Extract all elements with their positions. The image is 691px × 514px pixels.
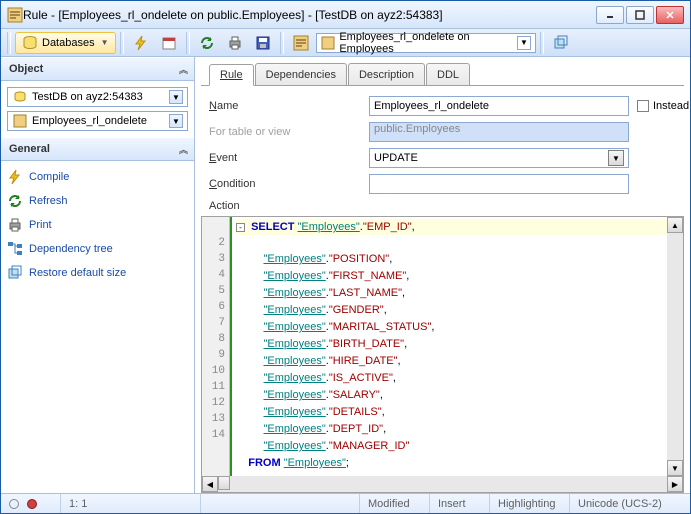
collapse-icon: ︽ bbox=[179, 63, 186, 76]
rule-icon bbox=[7, 7, 23, 23]
deptree-link[interactable]: Dependency tree bbox=[7, 239, 188, 259]
print-icon bbox=[7, 217, 23, 233]
code-editor[interactable]: 234567891011121314 - SELECT "Employees".… bbox=[201, 216, 684, 493]
fortable-input: public.Employees bbox=[369, 122, 629, 142]
chevron-down-icon[interactable]: ▼ bbox=[169, 114, 183, 128]
condition-label: Condition bbox=[209, 178, 369, 190]
cursor-position: 1: 1 bbox=[61, 494, 201, 513]
chevron-down-icon[interactable]: ▼ bbox=[517, 36, 530, 50]
window-buttons bbox=[596, 6, 684, 24]
condition-input[interactable] bbox=[369, 174, 629, 194]
vertical-scrollbar[interactable]: ▲ ▼ bbox=[667, 217, 683, 476]
window-restore-icon bbox=[7, 265, 23, 281]
scroll-down-icon[interactable]: ▼ bbox=[667, 460, 683, 476]
refresh-icon bbox=[199, 35, 215, 51]
object-icon-btn[interactable] bbox=[288, 32, 314, 54]
record-idle-icon[interactable] bbox=[9, 499, 19, 509]
disk-icon bbox=[255, 35, 271, 51]
instead-checkbox[interactable]: Instead bbox=[629, 100, 689, 112]
line-gutter: 234567891011121314 bbox=[202, 217, 230, 476]
horizontal-scrollbar[interactable]: ◀ ▶ bbox=[202, 476, 683, 492]
compile-button[interactable] bbox=[128, 32, 154, 54]
encoding-status: Unicode (UCS-2) bbox=[570, 494, 690, 513]
chevron-down-icon: ▼ bbox=[101, 38, 109, 47]
refresh-button[interactable] bbox=[194, 32, 220, 54]
chevron-down-icon[interactable]: ▼ bbox=[169, 90, 183, 104]
record-active-icon[interactable] bbox=[27, 499, 37, 509]
lightning-icon bbox=[133, 35, 149, 51]
scroll-up-icon[interactable]: ▲ bbox=[667, 217, 683, 233]
titlebar: Rule - [Employees_rl_ondelete on public.… bbox=[1, 1, 690, 29]
insert-mode: Insert bbox=[430, 494, 490, 513]
print-icon bbox=[227, 35, 243, 51]
action-label: Action bbox=[209, 200, 689, 212]
databases-button[interactable]: Databases ▼ bbox=[15, 32, 116, 54]
highlighting-status: Highlighting bbox=[490, 494, 570, 513]
rule-icon bbox=[293, 35, 309, 51]
lightning-icon bbox=[7, 169, 23, 185]
restore-button[interactable] bbox=[548, 32, 574, 54]
tree-icon bbox=[7, 241, 23, 257]
event-label: Event bbox=[209, 152, 369, 164]
code-area[interactable]: - SELECT "Employees"."EMP_ID", "Employee… bbox=[230, 217, 667, 476]
main-toolbar: Databases ▼ Employees_rl_ondelete on Emp… bbox=[1, 29, 690, 57]
compile-link[interactable]: Compile bbox=[7, 167, 188, 187]
scroll-right-icon[interactable]: ▶ bbox=[667, 476, 683, 492]
minimize-button[interactable] bbox=[596, 6, 624, 24]
tab-description[interactable]: Description bbox=[348, 63, 425, 85]
window: Rule - [Employees_rl_ondelete on public.… bbox=[0, 0, 691, 514]
tabs: Rule Dependencies Description DDL bbox=[201, 63, 684, 86]
restore-size-link[interactable]: Restore default size bbox=[7, 263, 188, 283]
status-bar: 1: 1 Modified Insert Highlighting Unicod… bbox=[1, 493, 690, 513]
scroll-left-icon[interactable]: ◀ bbox=[202, 476, 218, 492]
database-combo[interactable]: TestDB on ayz2:54383 ▼ bbox=[7, 87, 188, 107]
calendar-icon bbox=[161, 35, 177, 51]
print-link[interactable]: Print bbox=[7, 215, 188, 235]
rule-combo[interactable]: Employees_rl_ondelete ▼ bbox=[7, 111, 188, 131]
name-input[interactable] bbox=[369, 96, 629, 116]
close-button[interactable] bbox=[656, 6, 684, 24]
database-icon bbox=[22, 35, 38, 51]
rule-icon bbox=[321, 35, 336, 51]
save-button[interactable] bbox=[250, 32, 276, 54]
title-text: Rule - [Employees_rl_ondelete on public.… bbox=[23, 8, 596, 22]
combo-value: Employees_rl_ondelete on Employees bbox=[339, 31, 513, 55]
databases-label: Databases bbox=[42, 37, 95, 49]
left-panel: Object ︽ TestDB on ayz2:54383 ▼ Employee… bbox=[1, 57, 195, 493]
tab-ddl[interactable]: DDL bbox=[426, 63, 470, 85]
print-button[interactable] bbox=[222, 32, 248, 54]
chevron-down-icon[interactable]: ▼ bbox=[608, 150, 624, 166]
name-label: Name bbox=[209, 100, 369, 112]
general-section-header[interactable]: General ︽ bbox=[1, 137, 194, 161]
right-panel: Rule Dependencies Description DDL Name I… bbox=[195, 57, 690, 493]
object-combo[interactable]: Employees_rl_ondelete on Employees ▼ bbox=[316, 33, 536, 53]
window-restore-icon bbox=[553, 35, 569, 51]
rule-icon bbox=[12, 113, 28, 129]
refresh-icon bbox=[7, 193, 23, 209]
fortable-label: For table or view bbox=[209, 126, 369, 138]
collapse-icon: ︽ bbox=[179, 143, 186, 156]
database-icon bbox=[12, 89, 28, 105]
event-select[interactable]: UPDATE ▼ bbox=[369, 148, 629, 168]
maximize-button[interactable] bbox=[626, 6, 654, 24]
object-section-header[interactable]: Object ︽ bbox=[1, 57, 194, 81]
rule-form: Name Instead For table or view public.Em… bbox=[201, 86, 684, 216]
modified-status: Modified bbox=[360, 494, 430, 513]
tab-dependencies[interactable]: Dependencies bbox=[255, 63, 347, 85]
schedule-button[interactable] bbox=[156, 32, 182, 54]
refresh-link[interactable]: Refresh bbox=[7, 191, 188, 211]
tab-rule[interactable]: Rule bbox=[209, 64, 254, 86]
